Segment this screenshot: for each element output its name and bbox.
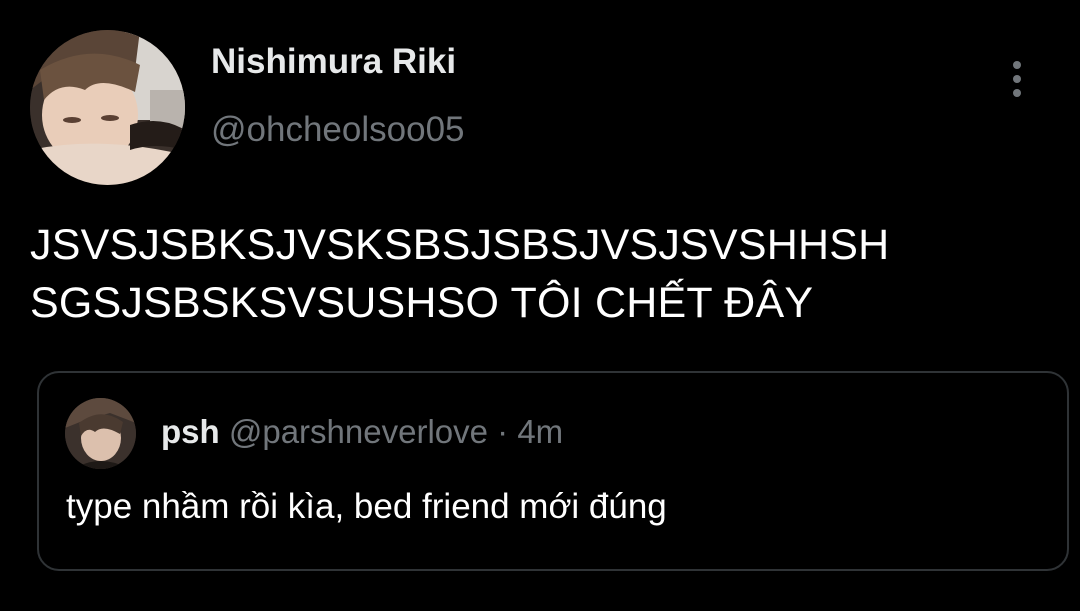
author-avatar[interactable] bbox=[30, 30, 185, 185]
author-handle[interactable]: @ohcheolsoo05 bbox=[211, 110, 465, 150]
more-options-button[interactable] bbox=[1000, 56, 1034, 102]
quoted-author-handle[interactable]: @parshneverlove bbox=[229, 413, 488, 450]
quoted-tweet-timestamp[interactable]: 4m bbox=[517, 413, 563, 450]
quoted-author-display-name[interactable]: psh bbox=[161, 413, 220, 450]
quoted-tweet-card[interactable]: psh @parshneverlove · 4m type nhầm rồi k… bbox=[37, 371, 1069, 571]
author-display-name[interactable]: Nishimura Riki bbox=[211, 42, 456, 82]
separator-dot: · bbox=[497, 413, 509, 450]
tweet: Nishimura Riki @ohcheolsoo05 JSVSJSBKSJV… bbox=[0, 0, 1080, 611]
quoted-tweet-header: psh @parshneverlove · 4m bbox=[161, 413, 563, 451]
quoted-tweet-text: type nhầm rồi kìa, bed friend mới đúng bbox=[66, 487, 667, 526]
tweet-text-line: JSVSJSBKSJVSKSBSJSBSJVSJSVSHHSH bbox=[30, 221, 890, 269]
more-vertical-icon bbox=[1013, 61, 1021, 97]
tweet-text: JSVSJSBKSJVSKSBSJSBSJVSJSVSHHSH SGSJSBSK… bbox=[30, 216, 1060, 332]
quoted-author-avatar[interactable] bbox=[65, 398, 136, 469]
tweet-text-line: SGSJSBSKSVSUSHSO TÔI CHẾT ĐÂY bbox=[30, 279, 814, 327]
